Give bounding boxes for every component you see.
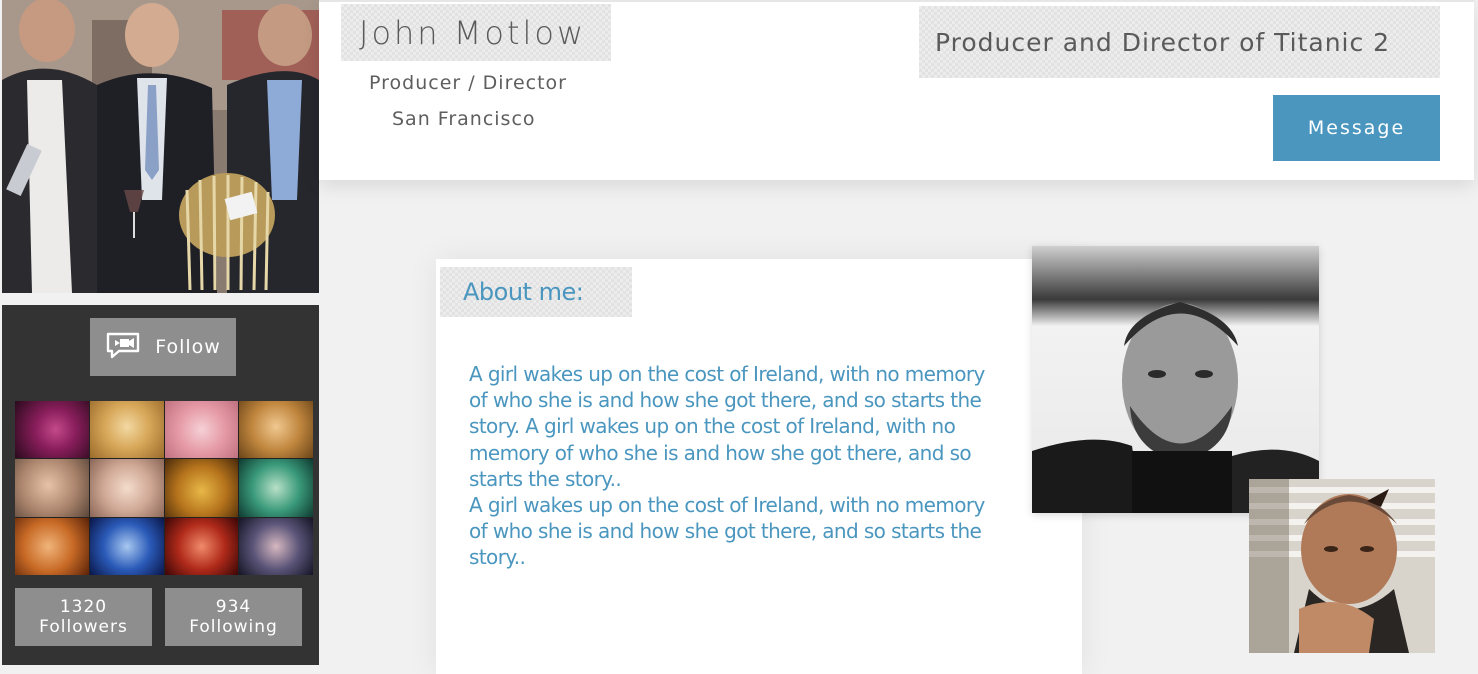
about-title: About me: (463, 278, 584, 306)
about-text: A girl wakes up on the cost of Ireland, … (469, 361, 989, 571)
film-thumbnail[interactable] (239, 401, 313, 459)
film-thumbnail-grid (15, 401, 313, 575)
follow-button[interactable]: Follow (90, 318, 236, 376)
about-paragraph: A girl wakes up on the cost of Ireland, … (469, 493, 985, 570)
about-paragraph: A girl wakes up on the cost of Ireland, … (469, 362, 985, 491)
following-label: Following (189, 617, 278, 637)
profile-header: John Motlow Producer / Director San Fran… (319, 0, 1474, 180)
film-thumbnail[interactable] (15, 401, 89, 459)
profile-tagline: Producer and Director of Titanic 2 (935, 27, 1391, 57)
film-thumbnail[interactable] (239, 459, 313, 517)
followers-count: 1320 (59, 597, 108, 617)
film-thumbnail[interactable] (89, 401, 164, 459)
following-count: 934 (215, 597, 252, 617)
film-thumbnail[interactable] (15, 517, 89, 575)
film-thumbnail[interactable] (239, 517, 313, 575)
tagline-box: Producer and Director of Titanic 2 (919, 6, 1440, 78)
profile-role: Producer / Director (369, 72, 567, 94)
followers-label: Followers (39, 617, 128, 637)
about-title-box: About me: (440, 267, 632, 317)
follow-label: Follow (155, 336, 221, 358)
following-stat[interactable]: 934 Following (165, 588, 302, 646)
film-thumbnail[interactable] (164, 401, 239, 459)
film-thumbnail[interactable] (164, 459, 239, 517)
message-button[interactable]: Message (1273, 95, 1440, 161)
about-card: About me: A girl wakes up on the cost of… (436, 259, 1082, 674)
chat-bubble-film-icon (105, 331, 141, 363)
profile-location: San Francisco (392, 108, 536, 130)
profile-name-box: John Motlow (341, 4, 611, 61)
actor-photo (1249, 479, 1435, 653)
film-thumbnail[interactable] (15, 459, 89, 517)
header-photo (2, 0, 319, 293)
film-thumbnail[interactable] (89, 517, 164, 575)
followers-stat[interactable]: 1320 Followers (15, 588, 152, 646)
film-thumbnail[interactable] (89, 459, 164, 517)
portrait-photo (1032, 246, 1319, 513)
film-thumbnail[interactable] (164, 517, 239, 575)
profile-name: John Motlow (359, 13, 587, 52)
sidebar: Follow 1320 Followers 934 Following (2, 305, 319, 665)
